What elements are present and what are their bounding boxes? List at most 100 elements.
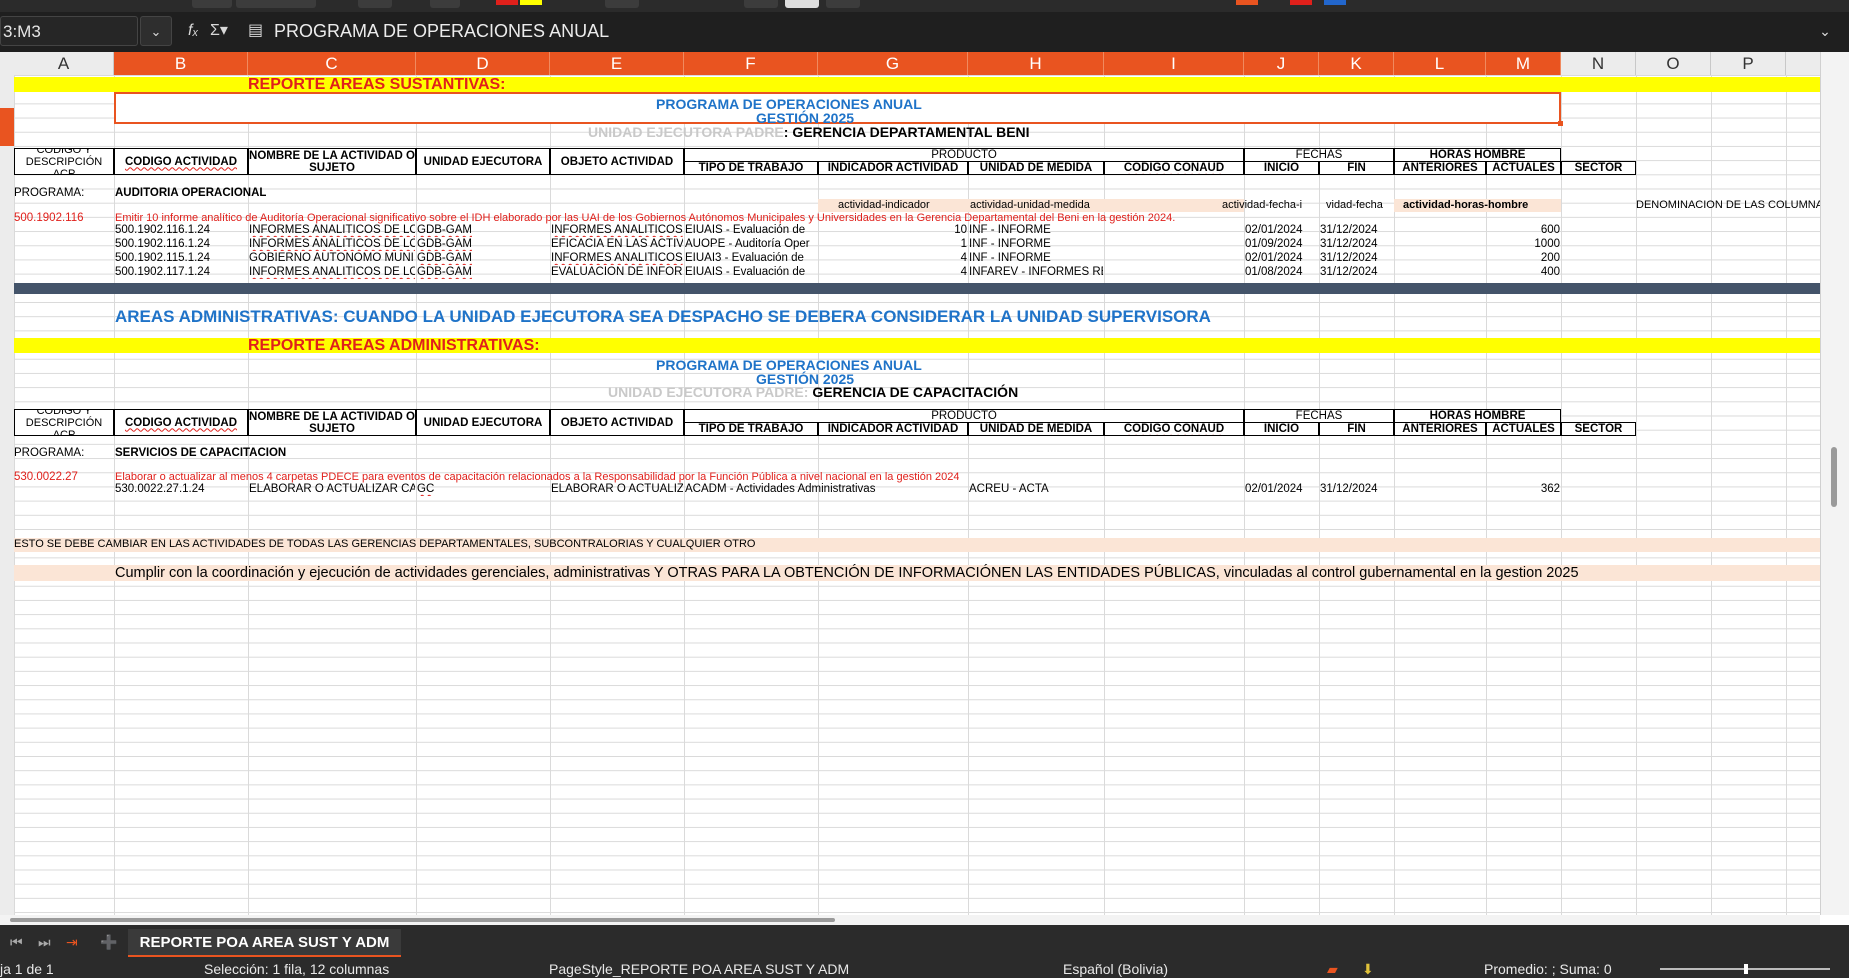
column-header-d[interactable]: D [416,52,550,75]
activity-start: 02/01/2024 [1245,252,1303,264]
column-header-h[interactable]: H [968,52,1104,75]
toolbar-button[interactable] [358,0,392,8]
activity-end: 31/12/2024 [1320,252,1378,264]
activity-unit: GDB-GAM [417,238,472,250]
toolbar-button[interactable] [605,0,639,8]
row-header[interactable] [0,75,15,915]
change-note-band: ESTO SE DEBE CAMBIAR EN LAS ACTIVIDADES … [14,538,1820,552]
zoom-slider-thumb[interactable] [1744,964,1748,974]
vertical-scrollbar[interactable] [1820,52,1849,915]
toolbar-color-swatch[interactable] [1290,0,1312,5]
adm-header-actuales: ACTUALES [1486,422,1561,436]
column-header-b[interactable]: B [114,52,248,75]
adm-activity-end: 31/12/2024 [1320,483,1378,495]
toolbar-button[interactable] [744,0,778,8]
adm-header-nombre: NOMBRE DE LA ACTIVIDAD O SUJETO [248,409,416,436]
adm-header-codigo-conaud: CODIGO CONAUD [1104,422,1244,436]
formula-input[interactable]: PROGRAMA DE OPERACIONES ANUAL [268,16,1820,46]
column-header-c[interactable]: C [248,52,416,75]
row-header-selected[interactable] [0,108,14,146]
highlight-color-swatch[interactable] [520,0,542,5]
header-actuales: ACTUALES [1486,161,1561,175]
adm-activity-row[interactable]: 530.0022.27.1.24 ELABORAR O ACTUALIZAR C… [14,483,1820,495]
formula-icon[interactable]: ▤ [248,20,263,42]
adm-header-producto: PRODUCTO [684,409,1244,423]
toolbar-button[interactable] [236,0,316,8]
adm-header-inicio: INICIO [1244,422,1319,436]
report-sust-title: REPORTE AREAS SUSTANTIVAS: [248,76,506,93]
column-header-l[interactable]: L [1394,52,1486,75]
adm-header-codigo-desc: CODIGO Y DESCRIPCIÓN ACP [14,409,114,436]
column-header-a[interactable]: A [14,52,114,75]
activity-end: 31/12/2024 [1320,238,1378,250]
fill-handle[interactable] [1558,121,1563,126]
activity-name: INFORMES ANALITICOS DE LO [249,266,415,278]
activity-hours: 600 [1540,224,1560,236]
adm-programa-label: PROGRAMA: [14,447,85,459]
adm-header-horas-hombre: HORAS HOMBRE [1394,409,1561,423]
activity-end: 31/12/2024 [1320,224,1378,236]
activity-indicator: 1 [960,238,967,250]
status-language[interactable]: Español (Bolivia) [1063,961,1168,977]
activity-end: 31/12/2024 [1320,266,1378,278]
column-header-n[interactable]: N [1561,52,1636,75]
tag-denominacion: DENOMINACION DE LAS COLUMNA [1636,199,1820,211]
column-header-j[interactable]: J [1244,52,1319,75]
activity-unit: GDB-GAM [417,252,472,264]
column-header-e[interactable]: E [550,52,684,75]
next-sheet-icon[interactable]: ⏭ [38,933,51,951]
column-header-k[interactable]: K [1319,52,1394,75]
activity-measure: INF - INFORME [969,224,1051,236]
header-inicio: INICIO [1244,161,1319,175]
expand-formula-button[interactable]: ⌄ [1805,16,1845,46]
activity-row[interactable]: 500.1902.115.1.24 GOBIERNO AUTÓNOMO MUNI… [14,252,1820,264]
horizontal-scrollbar-thumb[interactable] [10,918,835,922]
section-divider [14,283,1820,294]
last-sheet-icon[interactable]: ⇥ [66,933,78,951]
column-header-f[interactable]: F [684,52,818,75]
report-adm-title: REPORTE AREAS ADMINISTRATIVAS: [248,337,540,354]
column-header-p[interactable]: P [1711,52,1786,75]
header-fechas: FECHAS [1244,148,1394,162]
activity-name: GOBIERNO AUTÓNOMO MUNI [249,252,414,264]
toolbar-strip [0,0,1849,12]
zoom-slider[interactable] [1660,964,1830,974]
spreadsheet-grid[interactable]: REPORTE AREAS SUSTANTIVAS: PROGRAMA DE O… [14,75,1820,915]
toolbar-button[interactable] [826,0,860,8]
add-sheet-icon[interactable]: ➕ [100,933,117,951]
activity-row[interactable]: 500.1902.116.1.24 INFORMES ANALITICOS DE… [14,224,1820,236]
function-wizard-icon[interactable]: fₓ [188,20,199,42]
activity-type: EIUAI3 - Evaluación de [685,252,804,264]
sum-icon[interactable]: Σ▾ [210,20,228,42]
activity-row[interactable]: 500.1902.117.1.24 INFORMES ANALITICOS DE… [14,266,1820,278]
name-box[interactable]: 3:M3 [0,16,138,46]
activity-row[interactable]: 500.1902.116.1.24 INFORMES ANALITICOS DE… [14,238,1820,250]
status-page-style[interactable]: PageStyle_REPORTE POA AREA SUST Y ADM [549,961,849,977]
toolbar-color-swatch[interactable] [1324,0,1346,5]
vertical-scrollbar-thumb[interactable] [1831,447,1837,507]
sheet-tab[interactable]: REPORTE POA AREA SUST Y ADM [128,929,401,957]
column-header-o[interactable]: O [1636,52,1711,75]
toolbar-button[interactable] [785,0,819,8]
activity-code: 500.1902.117.1.24 [115,266,211,278]
toolbar-color-swatch[interactable] [1236,0,1258,5]
header-codigo-actividad-label: CODIGO ACTIVIDAD [124,155,238,168]
activity-name: INFORMES ANALITICOS DE LO [249,238,415,250]
activity-object: INFORMES ANALITICOS [551,252,683,264]
activity-object: EVALUACIÓN DE INFOR [551,266,683,278]
tag-row: actividad-indicador actividad-unidad-med… [14,199,1820,212]
font-color-swatch[interactable] [496,0,518,5]
toolbar-button[interactable] [430,0,460,8]
toolbar-button[interactable] [192,0,232,8]
adm-header-anteriores: ANTERIORES [1394,422,1486,436]
unidad-ejecutora-value: : GERENCIA DEPARTAMENTAL BENI [783,124,1030,140]
first-sheet-icon[interactable]: ⏮ [10,933,23,951]
horizontal-scrollbar[interactable] [0,915,1820,925]
activity-code: 500.1902.116.1.24 [115,224,211,236]
column-header-i[interactable]: I [1104,52,1244,75]
activity-measure: INF - INFORME [969,252,1051,264]
column-header-g[interactable]: G [818,52,968,75]
column-header-m[interactable]: M [1486,52,1561,75]
tag-fecha-fin: vidad-fecha [1326,199,1383,211]
name-box-dropdown[interactable]: ⌄ [140,16,172,46]
